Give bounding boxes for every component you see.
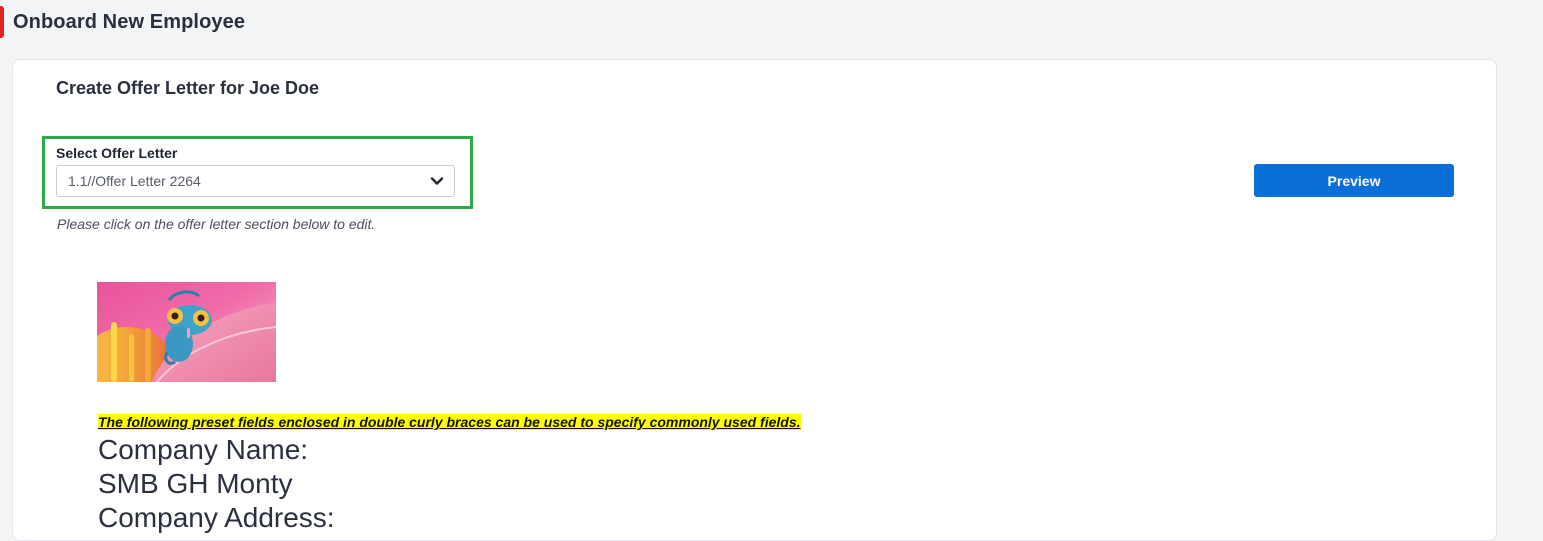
letter-line-company-name-label[interactable]: Company Name: (98, 434, 308, 466)
preview-button[interactable]: Preview (1254, 164, 1454, 197)
edit-hint-text: Please click on the offer letter section… (57, 216, 376, 232)
page-title: Onboard New Employee (13, 11, 246, 33)
offer-letter-card: Create Offer Letter for Joe Doe Select O… (12, 59, 1497, 541)
letter-line-company-address-label[interactable]: Company Address: (98, 502, 335, 534)
header-accent-bar (0, 6, 4, 38)
chameleon-logo-image[interactable] (97, 282, 276, 382)
preset-fields-notice: The following preset fields enclosed in … (98, 414, 801, 430)
offer-letter-select[interactable]: 1.1//Offer Letter 2264 (56, 165, 455, 197)
chevron-down-icon (430, 177, 444, 185)
letter-line-company-name-value[interactable]: SMB GH Monty (98, 468, 292, 500)
select-offer-letter-label: Select Offer Letter (56, 145, 178, 161)
card-title: Create Offer Letter for Joe Doe (56, 78, 320, 98)
page-header: Onboard New Employee (0, 0, 1543, 48)
offer-letter-select-value: 1.1//Offer Letter 2264 (68, 173, 201, 189)
